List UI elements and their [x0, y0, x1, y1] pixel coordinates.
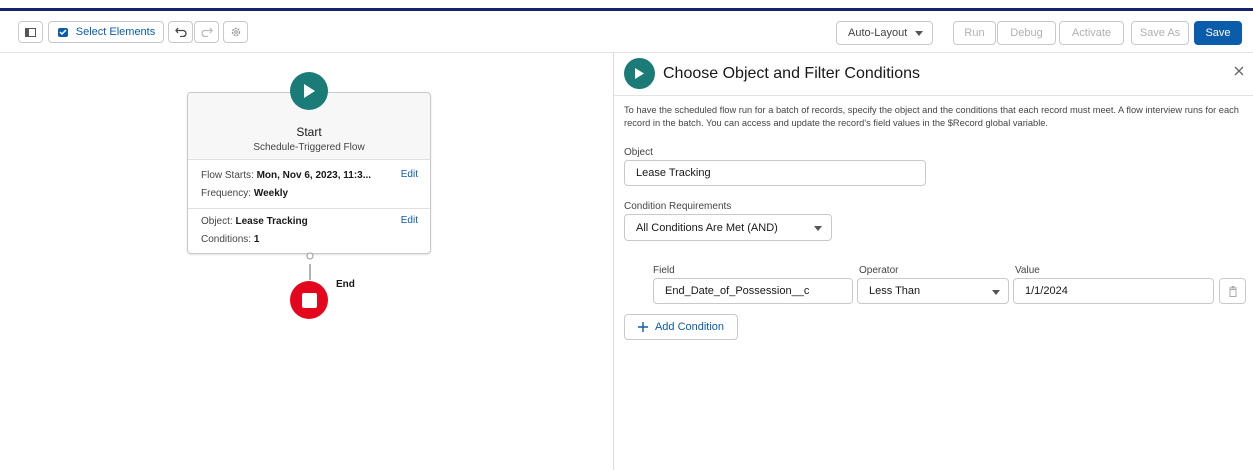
save-button[interactable]: Save	[1194, 21, 1242, 45]
condition-operator-select[interactable]: Less Than	[857, 278, 1009, 304]
trash-icon	[1228, 285, 1237, 297]
settings-button[interactable]	[223, 21, 248, 43]
condition-field-input[interactable]: End_Date_of_Possession__c	[653, 278, 853, 304]
object-row: Object: Lease Tracking	[201, 216, 308, 227]
object-input[interactable]: Lease Tracking	[624, 160, 926, 186]
edit-schedule-link[interactable]: Edit	[401, 169, 418, 180]
object-field-label: Object	[624, 147, 653, 158]
add-condition-label: Add Condition	[654, 321, 725, 333]
condition-requirements-select[interactable]: All Conditions Are Met (AND)	[624, 214, 832, 241]
start-card-title: Start	[296, 125, 322, 139]
start-play-icon[interactable]	[290, 72, 328, 110]
debug-label: Debug	[1010, 27, 1043, 39]
undo-button[interactable]	[168, 21, 193, 43]
edit-object-link[interactable]: Edit	[401, 215, 418, 226]
select-elements-icon	[57, 28, 68, 37]
redo-icon	[200, 27, 213, 37]
start-card-subtitle: Schedule-Triggered Flow	[253, 142, 365, 153]
flow-starts-row: Flow Starts: Mon, Nov 6, 2023, 11:3...	[201, 170, 371, 181]
flow-starts-value: Mon, Nov 6, 2023, 11:3...	[256, 170, 372, 181]
close-icon[interactable]	[1234, 66, 1244, 76]
condition-field-value: End_Date_of_Possession__c	[665, 285, 810, 297]
undo-icon	[174, 27, 187, 37]
toggle-panel-button[interactable]	[18, 21, 43, 43]
start-element-card[interactable]: Start Schedule-Triggered Flow Flow Start…	[187, 92, 431, 254]
flow-connector	[306, 252, 314, 280]
toolbar: Select Elements Auto-Layout Run Debug Ac…	[0, 11, 1253, 53]
save-as-button[interactable]: Save As	[1131, 21, 1189, 45]
auto-layout-dropdown[interactable]: Auto-Layout	[836, 21, 933, 45]
operator-column-header: Operator	[859, 265, 899, 276]
condition-value-text: 1/1/2024	[1025, 285, 1068, 297]
run-label: Run	[964, 27, 985, 39]
chevron-down-icon	[992, 290, 1000, 295]
run-button[interactable]: Run	[953, 21, 996, 45]
object-label: Object:	[201, 216, 233, 227]
redo-button[interactable]	[194, 21, 219, 43]
condition-requirements-value: All Conditions Are Met (AND)	[636, 221, 778, 234]
object-input-value: Lease Tracking	[636, 167, 711, 179]
panel-title: Choose Object and Filter Conditions	[663, 65, 921, 82]
condition-requirements-label: Condition Requirements	[624, 201, 732, 212]
frequency-value: Weekly	[253, 188, 289, 199]
panel-description: To have the scheduled flow run for a bat…	[624, 105, 1239, 128]
chevron-down-icon	[915, 31, 923, 36]
card-divider	[188, 208, 430, 209]
debug-button[interactable]: Debug	[997, 21, 1056, 45]
panel-toggle-icon	[25, 27, 36, 37]
conditions-label: Conditions:	[201, 234, 252, 245]
value-column-header: Value	[1015, 265, 1040, 276]
add-condition-button[interactable]: Add Condition	[624, 314, 738, 340]
activate-button[interactable]: Activate	[1059, 21, 1124, 45]
flow-starts-label: Flow Starts:	[201, 170, 254, 181]
condition-operator-value: Less Than	[869, 285, 921, 297]
property-panel: Choose Object and Filter Conditions To h…	[614, 53, 1253, 470]
plus-icon	[637, 322, 648, 332]
save-label: Save	[1205, 27, 1231, 39]
field-column-header: Field	[653, 265, 675, 276]
select-elements-button[interactable]: Select Elements	[48, 21, 164, 43]
conditions-value: 1	[253, 234, 260, 245]
delete-condition-button[interactable]	[1219, 278, 1246, 304]
end-label: End	[336, 279, 355, 290]
gear-icon	[231, 27, 240, 37]
auto-layout-label: Auto-Layout	[848, 27, 908, 39]
frequency-label: Frequency:	[201, 188, 252, 199]
end-stop-icon[interactable]	[290, 281, 328, 319]
object-value: Lease Tracking	[235, 216, 308, 227]
activate-label: Activate	[1071, 27, 1112, 39]
frequency-row: Frequency: Weekly	[201, 188, 288, 199]
start-icon	[624, 58, 655, 89]
select-elements-label: Select Elements	[75, 26, 156, 38]
conditions-row: Conditions: 1	[201, 234, 259, 245]
save-as-label: Save As	[1139, 27, 1181, 39]
panel-header: Choose Object and Filter Conditions	[614, 53, 1253, 96]
condition-value-input[interactable]: 1/1/2024	[1013, 278, 1214, 304]
chevron-down-icon	[814, 226, 822, 231]
